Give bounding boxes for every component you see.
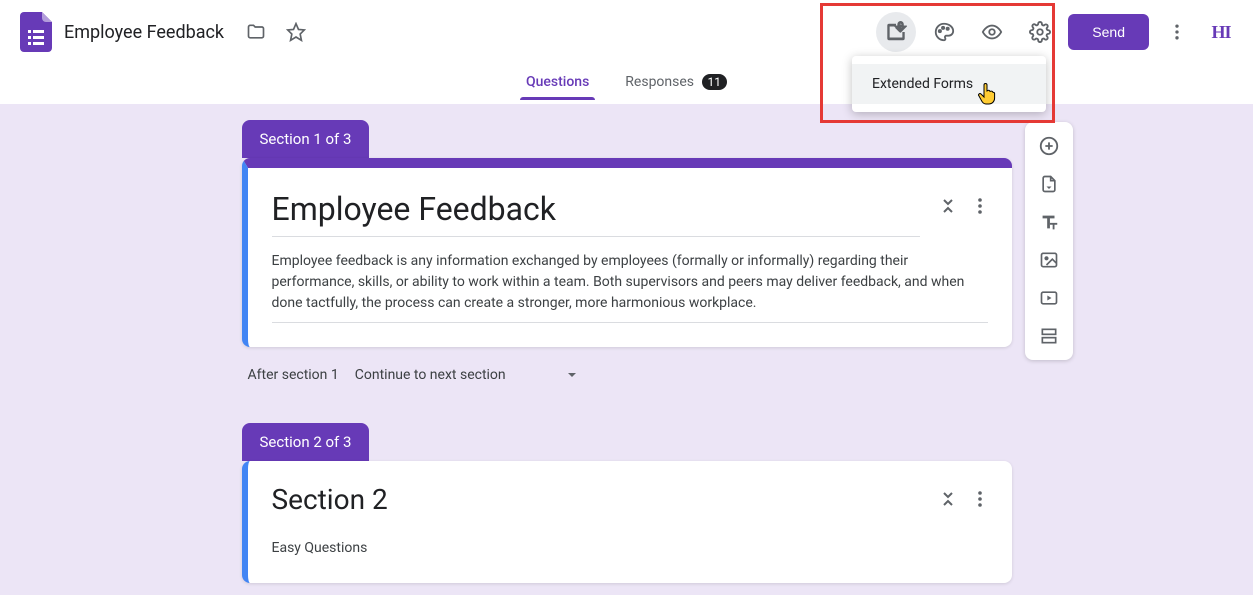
after-section-dropdown[interactable]: Continue to next section (355, 367, 578, 383)
section-chip-2: Section 2 of 3 (242, 423, 370, 461)
tab-responses-label: Responses (625, 74, 694, 90)
form-title[interactable]: Employee Feedback (64, 22, 224, 43)
section-title-1[interactable]: Employee Feedback (272, 190, 920, 237)
section-title-2[interactable]: Section 2 (272, 483, 920, 524)
section-more-icon[interactable] (972, 196, 988, 216)
response-count-badge: 11 (702, 74, 728, 90)
send-button[interactable]: Send (1068, 14, 1149, 50)
avatar[interactable]: HI (1205, 16, 1237, 48)
move-to-folder-icon[interactable] (236, 12, 276, 52)
add-video-icon[interactable] (1031, 280, 1067, 316)
app-header: Employee Feedback Send HI (0, 0, 1253, 64)
add-section-icon[interactable] (1031, 318, 1067, 354)
tab-responses[interactable]: Responses 11 (613, 68, 739, 100)
section-chip-1: Section 1 of 3 (242, 120, 370, 158)
addons-icon[interactable] (876, 12, 916, 52)
collapse-icon[interactable] (940, 489, 956, 509)
header-right: Send HI (876, 12, 1237, 52)
section-more-icon[interactable] (972, 489, 988, 509)
add-title-icon[interactable] (1031, 204, 1067, 240)
chevron-down-icon (566, 369, 578, 381)
settings-icon[interactable] (1020, 12, 1060, 52)
after-section-value: Continue to next section (355, 367, 506, 383)
forms-logo[interactable] (16, 12, 56, 52)
after-section-label: After section 1 (248, 367, 339, 383)
tabs-bar: Questions Responses 11 (0, 64, 1253, 104)
section-card-2[interactable]: Section 2 Easy Questions (242, 461, 1012, 583)
form-canvas: Section 1 of 3 Employee Feedback Employe… (0, 104, 1253, 595)
section-card-1[interactable]: Employee Feedback Employee feedback is a… (242, 158, 1012, 347)
after-section-row: After section 1 Continue to next section (242, 347, 1012, 423)
section-description-2[interactable]: Easy Questions (272, 524, 988, 559)
collapse-icon[interactable] (940, 196, 956, 216)
add-image-icon[interactable] (1031, 242, 1067, 278)
tab-questions[interactable]: Questions (514, 68, 601, 100)
import-questions-icon[interactable] (1031, 166, 1067, 202)
question-toolbar (1025, 122, 1073, 360)
star-icon[interactable] (276, 12, 316, 52)
customize-theme-icon[interactable] (924, 12, 964, 52)
add-question-icon[interactable] (1031, 128, 1067, 164)
addon-extended-forms[interactable]: Extended Forms (852, 64, 1046, 104)
more-icon[interactable] (1157, 12, 1197, 52)
addons-dropdown: Extended Forms (852, 56, 1046, 112)
section-description-1[interactable]: Employee feedback is any information exc… (272, 237, 988, 323)
preview-icon[interactable] (972, 12, 1012, 52)
